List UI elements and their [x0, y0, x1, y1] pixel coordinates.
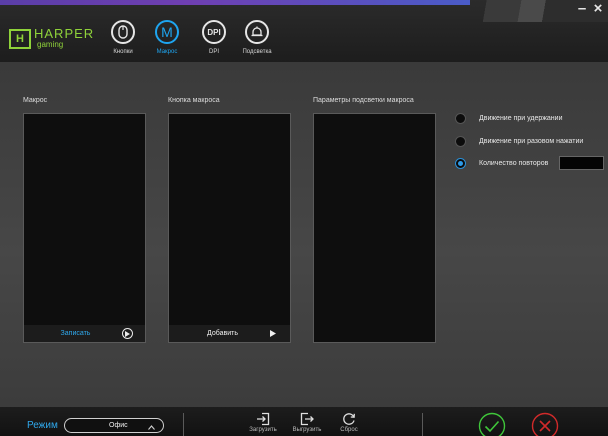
- add-label: Добавить: [207, 330, 238, 337]
- divider: [183, 413, 184, 436]
- mode-value: Офис: [109, 422, 128, 429]
- logo-badge: H: [9, 29, 31, 49]
- load-label: Загрузить: [249, 427, 277, 433]
- macro-button-panel-title: Кнопка макроса: [168, 97, 220, 104]
- option-repeat[interactable]: Количество повторов: [455, 158, 548, 169]
- unload-button[interactable]: Выгрузить: [288, 412, 326, 433]
- load-button[interactable]: Загрузить: [244, 412, 282, 433]
- macro-lighting-panel-title: Параметры подсветки макроса: [313, 97, 414, 104]
- logo-subtitle: gaming: [37, 40, 64, 49]
- logo-text: HARPER gaming: [34, 26, 95, 49]
- tab-lighting-label: Подсветка: [242, 49, 272, 55]
- record-label: Записать: [60, 330, 91, 337]
- cross-icon: [531, 412, 559, 436]
- logo-title: HARPER: [34, 26, 95, 41]
- reset-label: Сброс: [340, 427, 358, 433]
- refresh-icon: [343, 413, 355, 425]
- bottom-bar: Режим Офис Загрузить Выгрузить Сброс: [0, 407, 608, 436]
- macro-panel-title: Макрос: [23, 97, 48, 104]
- macro-button-panel[interactable]: Добавить: [168, 113, 291, 343]
- bell-icon: [245, 20, 269, 44]
- add-button[interactable]: Добавить: [169, 325, 290, 342]
- app-window: – × H HARPER gaming Кнопки M Макрос DPI: [0, 0, 608, 436]
- confirm-button[interactable]: [478, 412, 506, 436]
- macro-lighting-panel[interactable]: [313, 113, 436, 343]
- option-hold[interactable]: Движение при удержании: [455, 113, 563, 124]
- logo: H HARPER gaming: [9, 26, 95, 50]
- accent-line: [0, 0, 470, 5]
- radio-hold[interactable]: [455, 113, 466, 124]
- play-icon: [122, 328, 133, 339]
- tab-lighting[interactable]: Подсветка: [229, 20, 285, 55]
- divider: [422, 413, 423, 436]
- mouse-icon: [111, 20, 135, 44]
- repeat-count-input[interactable]: [559, 156, 604, 170]
- macro-icon: M: [155, 20, 179, 44]
- checkmark-icon: [478, 412, 506, 436]
- dpi-icon: DPI: [202, 20, 226, 44]
- record-button[interactable]: Записать: [24, 325, 145, 342]
- mode-label: Режим: [27, 420, 58, 431]
- arrow-right-icon: [270, 330, 276, 337]
- macro-list-panel[interactable]: Записать: [23, 113, 146, 343]
- reset-button[interactable]: Сброс: [330, 412, 368, 433]
- option-repeat-label: Количество повторов: [479, 160, 549, 167]
- mode-select[interactable]: Офис: [64, 418, 164, 433]
- option-single-press[interactable]: Движение при разовом нажатии: [455, 136, 583, 147]
- top-bar: – × H HARPER gaming Кнопки M Макрос DPI: [0, 0, 608, 62]
- logout-icon: [300, 412, 314, 426]
- cancel-button[interactable]: [531, 412, 559, 436]
- main-content: Макрос Кнопка макроса Параметры подсветк…: [0, 62, 608, 407]
- chevron-up-icon: [148, 422, 155, 435]
- minimize-button[interactable]: –: [574, 1, 590, 16]
- option-hold-label: Движение при удержании: [479, 115, 563, 122]
- login-icon: [257, 412, 270, 426]
- close-button[interactable]: ×: [590, 1, 606, 16]
- option-single-press-label: Движение при разовом нажатии: [479, 138, 584, 145]
- radio-repeat[interactable]: [455, 158, 466, 169]
- radio-single-press[interactable]: [455, 136, 466, 147]
- unload-label: Выгрузить: [292, 427, 322, 433]
